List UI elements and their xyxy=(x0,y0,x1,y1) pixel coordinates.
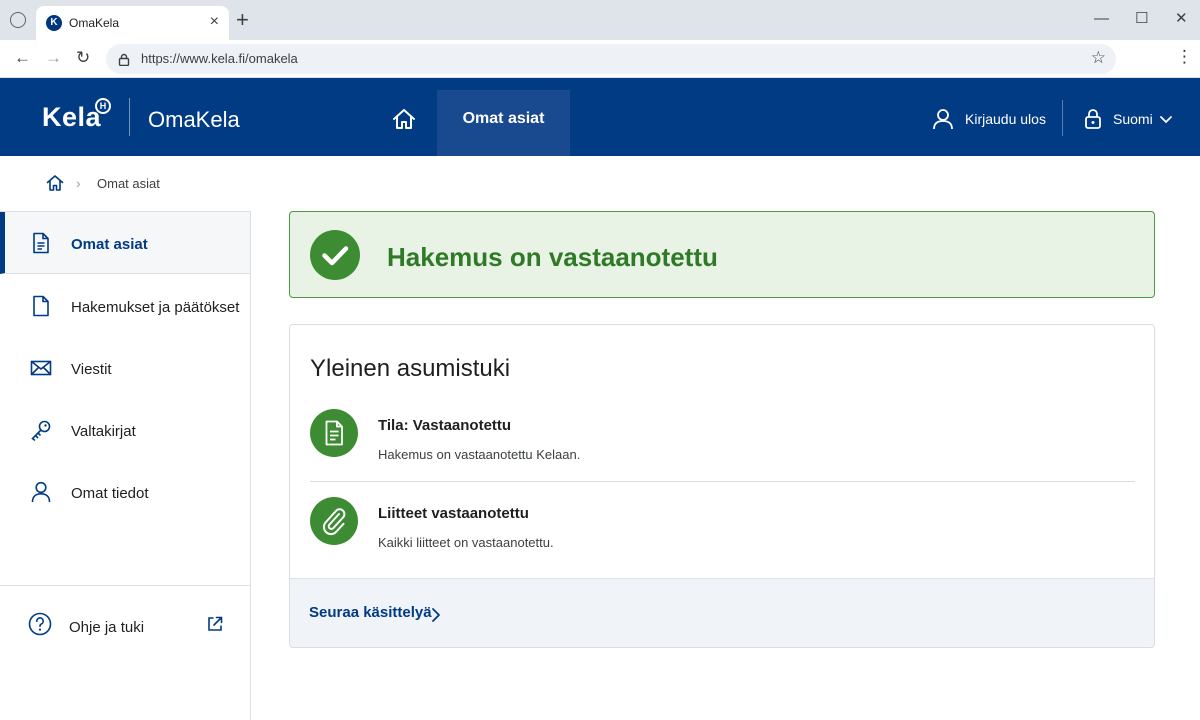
url-text: https://www.kela.fi/omakela xyxy=(141,51,298,66)
follow-processing-link[interactable]: Seuraa käsittelyä xyxy=(309,604,440,626)
tab-search-icon[interactable] xyxy=(10,12,26,28)
key-icon xyxy=(31,420,51,441)
lock-icon xyxy=(118,53,130,66)
card-title: Yleinen asumistuki xyxy=(310,355,511,382)
help-link[interactable]: Ohje ja tuki xyxy=(0,608,250,648)
person-icon xyxy=(31,481,51,503)
kela-logo-mark-icon: H xyxy=(95,98,111,114)
home-icon[interactable] xyxy=(46,174,64,192)
header-separator xyxy=(1062,100,1063,136)
reload-icon[interactable]: ↻ xyxy=(76,48,90,68)
tab-close-icon[interactable]: × xyxy=(210,13,219,31)
application-card: Yleinen asumistuki Tila: Vastaanotettu H… xyxy=(289,324,1155,648)
sidebar-item-label: Hakemukset ja päätökset xyxy=(71,299,240,316)
status-description: Hakemus on vastaanotettu Kelaan. xyxy=(378,447,581,462)
header-divider xyxy=(129,98,130,136)
kela-favicon-icon: K xyxy=(46,15,62,31)
chevron-right-icon xyxy=(432,608,440,622)
mail-icon xyxy=(30,360,52,376)
sidebar-divider xyxy=(0,585,250,586)
chevron-down-icon xyxy=(1160,116,1172,124)
site-header: Kela H OmaKela Omat asiat Kirjaudu ulos … xyxy=(0,78,1200,156)
lock-icon xyxy=(1085,109,1101,129)
sidebar: Omat asiat Hakemukset ja päätökset Viest… xyxy=(0,211,251,720)
bookmark-star-icon[interactable]: ☆ xyxy=(1091,48,1106,68)
sidebar-item-valtakirjat[interactable]: Valtakirjat xyxy=(0,399,250,461)
file-icon xyxy=(33,295,49,317)
status-row: Tila: Vastaanotettu Hakemus on vastaanot… xyxy=(310,409,1135,479)
sidebar-item-omat-asiat[interactable]: Omat asiat xyxy=(0,212,250,274)
sidebar-item-hakemukset[interactable]: Hakemukset ja päätökset xyxy=(0,275,250,337)
row-divider xyxy=(310,481,1135,482)
document-icon xyxy=(310,409,358,457)
sidebar-item-viestit[interactable]: Viestit xyxy=(0,337,250,399)
maximize-icon[interactable]: ☐ xyxy=(1135,9,1148,29)
minimize-icon[interactable]: — xyxy=(1094,9,1109,29)
sidebar-item-label: Omat tiedot xyxy=(71,485,149,502)
attachments-row: Liitteet vastaanotettu Kaikki liitteet o… xyxy=(310,497,1135,567)
success-message: Hakemus on vastaanotettu xyxy=(387,242,718,272)
sidebar-item-omat-tiedot[interactable]: Omat tiedot xyxy=(0,461,250,523)
browser-menu-icon[interactable]: ⋮ xyxy=(1176,47,1193,67)
breadcrumb-separator-icon: › xyxy=(76,175,81,191)
forward-icon[interactable]: → xyxy=(45,48,62,68)
nav-omat-asiat[interactable]: Omat asiat xyxy=(437,90,570,156)
logout-label: Kirjaudu ulos xyxy=(965,111,1046,127)
paperclip-icon xyxy=(310,497,358,545)
help-icon xyxy=(28,612,52,636)
sidebar-item-label: Viestit xyxy=(71,361,112,378)
status-title: Tila: Vastaanotettu xyxy=(378,417,512,434)
external-link-icon xyxy=(208,616,223,631)
document-icon xyxy=(33,232,49,254)
kela-logo[interactable]: Kela xyxy=(42,102,101,133)
service-name[interactable]: OmaKela xyxy=(148,107,240,133)
address-bar[interactable]: https://www.kela.fi/omakela ☆ xyxy=(106,44,1116,74)
browser-tab[interactable]: K OmaKela × xyxy=(36,6,229,40)
back-icon[interactable]: ← xyxy=(14,48,31,68)
help-label: Ohje ja tuki xyxy=(69,619,145,636)
success-banner: Hakemus on vastaanotettu xyxy=(289,211,1155,298)
checkmark-circle-icon xyxy=(310,230,360,280)
language-selector[interactable]: Suomi xyxy=(1084,108,1172,130)
window-close-icon[interactable]: ✕ xyxy=(1175,9,1188,29)
new-tab-icon[interactable]: + xyxy=(236,9,249,31)
browser-tab-bar: K OmaKela × + — ☐ ✕ xyxy=(0,0,1200,40)
sidebar-item-label: Omat asiat xyxy=(71,236,148,253)
follow-processing-label: Seuraa käsittelyä xyxy=(309,604,432,621)
person-icon xyxy=(933,109,953,130)
logout-button[interactable]: Kirjaudu ulos xyxy=(932,108,1046,130)
breadcrumb-current: Omat asiat xyxy=(97,176,160,191)
status-description: Kaikki liitteet on vastaanotettu. xyxy=(378,535,554,550)
card-footer: Seuraa käsittelyä xyxy=(290,578,1154,647)
breadcrumb: › Omat asiat xyxy=(46,174,160,194)
tab-title: OmaKela xyxy=(69,16,120,30)
home-icon[interactable] xyxy=(392,108,416,130)
status-title: Liitteet vastaanotettu xyxy=(378,505,529,522)
sidebar-item-label: Valtakirjat xyxy=(71,423,136,440)
language-label: Suomi xyxy=(1113,111,1153,127)
browser-toolbar: ← → ↻ https://www.kela.fi/omakela ☆ ⋮ xyxy=(0,40,1200,78)
